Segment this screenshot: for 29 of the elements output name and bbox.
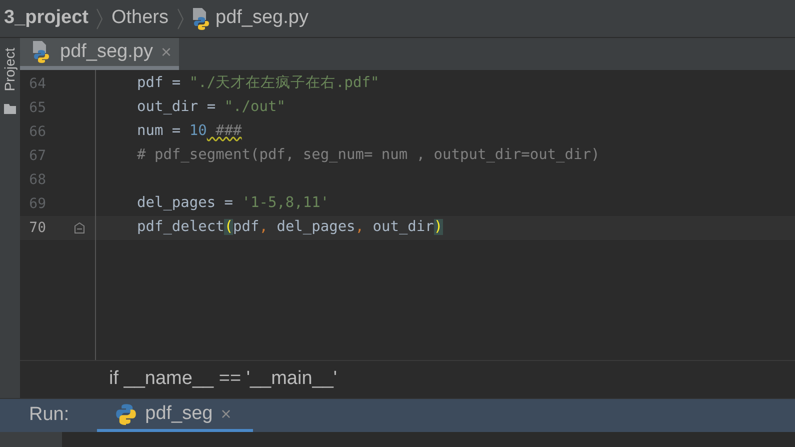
python-file-icon bbox=[32, 41, 52, 63]
scope-breadcrumb[interactable]: if __name__ == '__main__' bbox=[109, 365, 338, 394]
fold-marker-icon[interactable] bbox=[74, 222, 85, 234]
editor-tab[interactable]: pdf_seg.py × bbox=[20, 38, 180, 70]
project-breadcrumb[interactable]: 3_project bbox=[4, 4, 88, 33]
line-number: 69 bbox=[28, 194, 47, 214]
chevron-icon bbox=[96, 8, 104, 30]
code-line: del_pages = '1-5,8,11' bbox=[137, 194, 330, 214]
line-number: 68 bbox=[28, 170, 47, 190]
python-icon bbox=[115, 403, 138, 425]
run-label: Run: bbox=[28, 403, 70, 428]
code-line: # pdf_segment(pdf, seg_num= num , output_dir=out_dir) bbox=[137, 146, 600, 166]
tab-label: pdf_seg.py bbox=[60, 40, 153, 64]
chevron-icon bbox=[176, 8, 184, 30]
tab-label: pdf_seg bbox=[145, 402, 213, 426]
python-file-icon bbox=[192, 8, 212, 30]
line-number: 64 bbox=[28, 74, 47, 94]
code-line: pdf_delect(pdf, del_pages, out_dir) bbox=[137, 218, 443, 238]
code-line: out_dir = "./out" bbox=[137, 98, 286, 118]
line-number: 65 bbox=[28, 98, 47, 118]
file-name: pdf_seg.py bbox=[216, 6, 308, 30]
line-number: 70 bbox=[28, 218, 47, 238]
code-line: pdf = "./天才在左疯子在右.pdf" bbox=[137, 74, 380, 94]
folder-icon bbox=[4, 104, 16, 114]
project-tool-button[interactable]: Project bbox=[1, 42, 19, 96]
line-number: 66 bbox=[28, 122, 47, 142]
line-number: 67 bbox=[28, 146, 47, 166]
code-line: num = 10 ### bbox=[137, 122, 242, 142]
folder-breadcrumb[interactable]: Others bbox=[111, 4, 169, 33]
